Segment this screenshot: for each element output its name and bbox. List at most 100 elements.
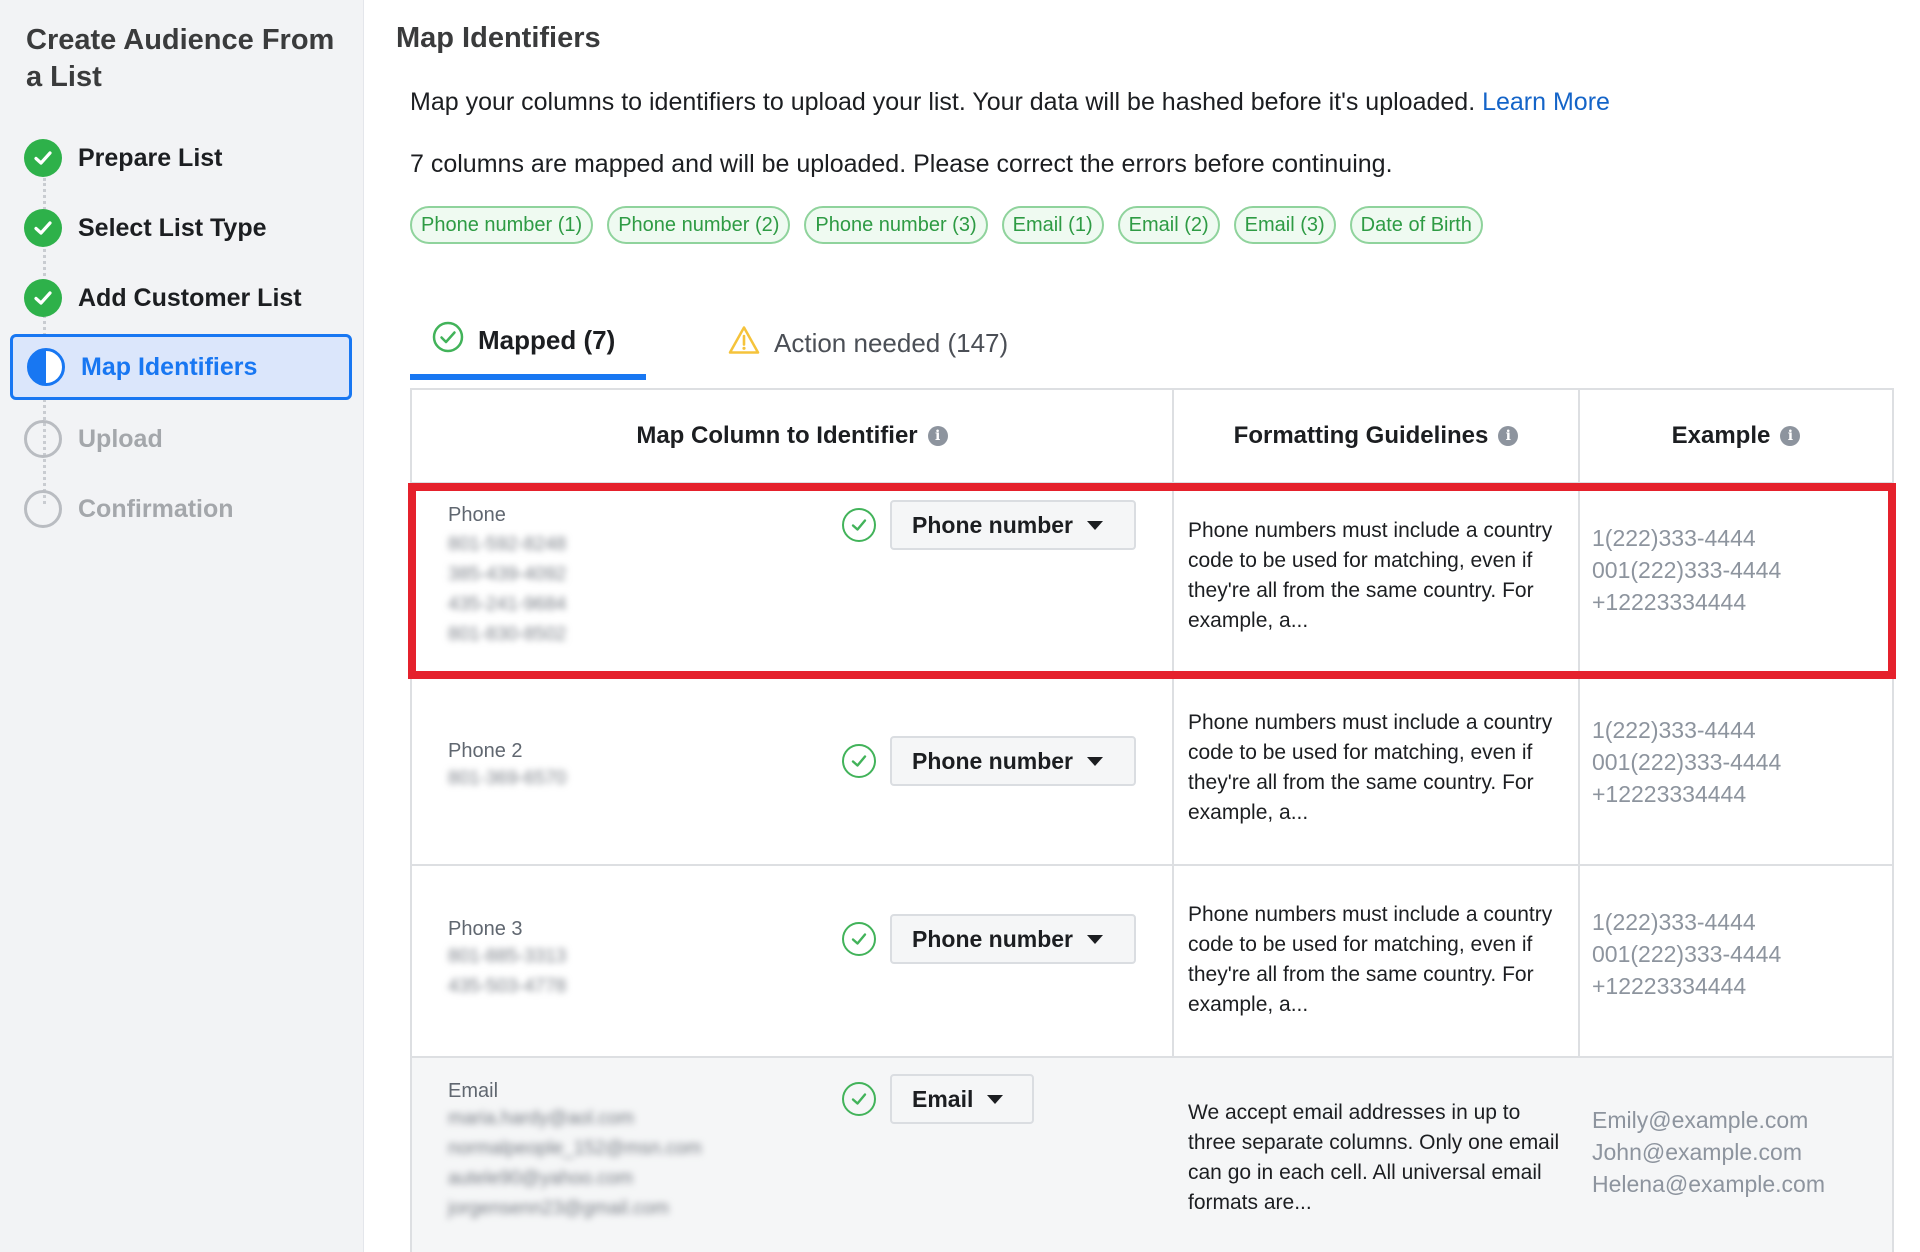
identifier-chip: Email (1) <box>1001 206 1104 244</box>
sample-value: maria.hardy@aol.com <box>448 1108 635 1129</box>
identifier-chip: Date of Birth <box>1349 206 1483 244</box>
mapped-check-icon <box>842 922 876 956</box>
example-value: Emily@example.com <box>1592 1107 1809 1133</box>
table-row: Phone 3 801-885-3313 435-503-4778 Phone … <box>412 864 1892 1056</box>
tab-mapped[interactable]: Mapped (7) <box>410 306 646 380</box>
sample-value: jorgensenn23@gmail.com <box>448 1198 670 1219</box>
example-value: +12223334444 <box>1592 781 1747 807</box>
sample-value: normalpeople_152@msn.com <box>448 1138 702 1159</box>
sample-value: autele90@yahoo.com <box>448 1168 634 1189</box>
source-column-name: Phone 3 <box>448 918 523 940</box>
sample-value: 801-369-6570 <box>448 768 567 789</box>
empty-circle-icon <box>24 420 62 458</box>
formatting-guideline: Phone numbers must include a country cod… <box>1188 711 1553 824</box>
identifier-dropdown[interactable]: Phone number <box>890 500 1136 550</box>
example-value: 001(222)333-4444 <box>1592 749 1782 775</box>
info-icon[interactable]: i <box>1498 426 1519 446</box>
example-value: John@example.com <box>1592 1139 1802 1165</box>
sample-values: maria.hardy@aol.com normalpeople_152@msn… <box>448 1108 702 1228</box>
sample-value: 801-830-8502 <box>448 624 567 645</box>
check-circle-icon <box>24 139 62 177</box>
step-label: Upload <box>78 424 163 453</box>
caret-down-icon <box>1087 934 1104 944</box>
half-circle-progress-icon <box>27 348 65 386</box>
mapped-check-icon <box>842 1082 876 1116</box>
check-circle-outline-icon <box>432 321 464 360</box>
step-upload: Upload <box>10 406 352 472</box>
table-row: Phone 2 801-369-6570 Phone number Phone … <box>412 672 1892 864</box>
check-circle-icon <box>24 279 62 317</box>
sample-values: 801-885-3313 435-503-4778 <box>448 946 566 1006</box>
info-icon[interactable]: i <box>927 426 948 446</box>
example-values: Emily@example.com John@example.com Helen… <box>1592 1104 1882 1200</box>
step-select-list-type[interactable]: Select List Type <box>10 195 352 261</box>
identifier-mapping-table: Map Column to Identifier i Formatting Gu… <box>410 388 1894 1252</box>
sample-values: 801-592-8248 385-439-4092 435-241-9684 8… <box>448 534 566 654</box>
header-label: Example <box>1671 422 1771 449</box>
mapped-identifier-chips: Phone number (1) Phone number (2) Phone … <box>410 206 1483 244</box>
info-icon[interactable]: i <box>1780 426 1801 446</box>
step-prepare-list[interactable]: Prepare List <box>10 125 352 191</box>
sample-value: 385-439-4092 <box>448 564 567 585</box>
example-value: +12223334444 <box>1592 973 1747 999</box>
step-label: Add Customer List <box>78 283 302 312</box>
header-example: Example i <box>1580 390 1892 482</box>
tab-label: Mapped (7) <box>478 324 616 355</box>
table-row: Email maria.hardy@aol.com normalpeople_1… <box>412 1056 1892 1252</box>
step-confirmation: Confirmation <box>10 476 352 542</box>
step-add-customer-list[interactable]: Add Customer List <box>10 265 352 331</box>
formatting-guideline: Phone numbers must include a country cod… <box>1188 903 1553 1016</box>
example-values: 1(222)333-4444 001(222)333-4444 +1222333… <box>1592 522 1882 618</box>
intro-sentence: Map your columns to identifiers to uploa… <box>410 88 1476 116</box>
dropdown-value: Phone number <box>912 925 1074 952</box>
header-label: Map Column to Identifier <box>636 422 918 449</box>
step-map-identifiers[interactable]: Map Identifiers <box>10 334 352 400</box>
learn-more-link[interactable]: Learn More <box>1482 88 1610 116</box>
step-label: Select List Type <box>78 213 267 242</box>
identifier-chip: Phone number (1) <box>410 206 594 244</box>
identifier-chip: Phone number (2) <box>607 206 791 244</box>
sample-values: 801-369-6570 <box>448 768 566 798</box>
dropdown-value: Email <box>912 1085 974 1112</box>
header-formatting-guidelines: Formatting Guidelines i <box>1174 390 1578 482</box>
page-title: Map Identifiers <box>396 22 601 54</box>
step-label: Prepare List <box>78 143 223 172</box>
source-column-name: Phone <box>448 504 506 526</box>
warning-triangle-icon <box>728 325 760 362</box>
example-value: 1(222)333-4444 <box>1592 909 1756 935</box>
identifier-dropdown[interactable]: Email <box>890 1074 1034 1124</box>
formatting-guideline: Phone numbers must include a country cod… <box>1188 519 1553 632</box>
sample-value: 435-503-4778 <box>448 976 567 997</box>
sample-value: 801-885-3313 <box>448 946 567 967</box>
empty-circle-icon <box>24 490 62 528</box>
intro-text: Map your columns to identifiers to uploa… <box>410 88 1610 117</box>
identifier-dropdown[interactable]: Phone number <box>890 736 1136 786</box>
sidebar-title: Create Audience From a List <box>26 24 335 93</box>
identifier-chip: Email (3) <box>1233 206 1336 244</box>
dropdown-value: Phone number <box>912 747 1074 774</box>
table-row: Phone 801-592-8248 385-439-4092 435-241-… <box>412 482 1892 672</box>
caret-down-icon <box>1087 520 1104 530</box>
example-value: Helena@example.com <box>1592 1171 1826 1197</box>
example-value: 1(222)333-4444 <box>1592 717 1756 743</box>
header-map-column: Map Column to Identifier i <box>412 390 1172 482</box>
mapping-status-text: 7 columns are mapped and will be uploade… <box>410 150 1393 178</box>
mapped-check-icon <box>842 744 876 778</box>
header-label: Formatting Guidelines <box>1233 422 1489 449</box>
tab-action-needed[interactable]: Action needed (147) <box>716 306 1008 380</box>
caret-down-icon <box>1087 756 1104 766</box>
example-value: 1(222)333-4444 <box>1592 525 1756 551</box>
tab-label: Action needed (147) <box>774 327 1009 358</box>
check-circle-icon <box>24 209 62 247</box>
example-values: 1(222)333-4444 001(222)333-4444 +1222333… <box>1592 714 1882 810</box>
identifier-dropdown[interactable]: Phone number <box>890 914 1136 964</box>
step-label: Map Identifiers <box>81 352 258 381</box>
mapping-tabs: Mapped (7) Action needed (147) <box>410 306 1894 380</box>
sample-value: 801-592-8248 <box>448 534 567 555</box>
example-value: 001(222)333-4444 <box>1592 941 1782 967</box>
step-label: Confirmation <box>78 494 234 523</box>
source-column-name: Phone 2 <box>448 740 523 762</box>
identifier-chip: Email (2) <box>1117 206 1220 244</box>
example-values: 1(222)333-4444 001(222)333-4444 +1222333… <box>1592 906 1882 1002</box>
example-value: 001(222)333-4444 <box>1592 557 1782 583</box>
